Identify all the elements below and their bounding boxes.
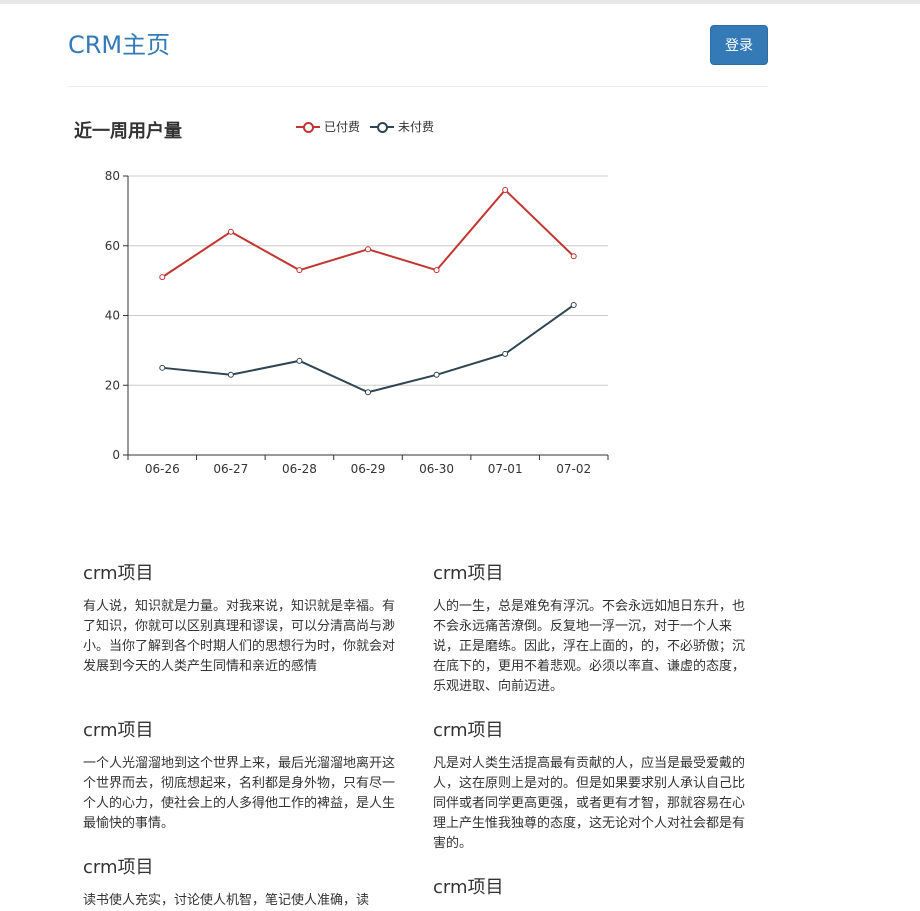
legend-item-unpaid[interactable]: 未付费 [370, 118, 434, 135]
legend-label: 未付费 [398, 120, 435, 134]
legend-item-paid[interactable]: 已付费 [296, 118, 360, 135]
article-body: 凡是对人类生活提高最有贡献的人，应当是最受爱戴的人，这在原则上是对的。但是如果要… [433, 756, 746, 851]
chart-legend: 已付费 未付费 [296, 118, 434, 135]
legend-marker-icon [370, 120, 395, 134]
data-point [570, 302, 577, 309]
data-point [365, 389, 371, 396]
x-tick-label: 06-29 [351, 462, 386, 476]
data-point [570, 253, 577, 260]
x-tick-label: 06-30 [419, 462, 454, 476]
data-point [227, 228, 234, 235]
article-card: crm项目 一个人光溜溜地到这个世界上来，最后光溜溜地离开这个世界而去，彻底想起… [83, 720, 395, 834]
article-card: crm项目 有人说，知识就是力量。对我来说，知识就是幸福。有了知识，你就可以区别… [83, 563, 395, 677]
page-header: CRM主页 登录 [68, 0, 768, 87]
data-point [502, 186, 509, 193]
article-card: crm项目 [433, 877, 745, 911]
y-tick-label: 40 [105, 309, 120, 323]
data-point [365, 246, 371, 253]
brand-title[interactable]: CRM主页 [68, 30, 170, 60]
x-tick-label: 06-28 [282, 462, 317, 476]
article-card: crm项目 人的一生，总是难免有浮沉。不会永远如旭日东升，也不会永远痛苦潦倒。反… [433, 563, 745, 697]
x-tick-label: 07-02 [556, 462, 591, 476]
legend-label: 已付费 [324, 120, 361, 134]
article-title: crm项目 [433, 720, 504, 741]
y-tick-label: 80 [105, 169, 120, 183]
data-point [296, 267, 303, 274]
article-card: crm项目 凡是对人类生活提高最有贡献的人，应当是最受爱戴的人，这在原则上是对的… [433, 720, 745, 854]
x-tick-label: 06-27 [213, 462, 248, 476]
article-title: crm项目 [433, 877, 504, 898]
series-line [162, 304, 575, 394]
article-card: crm项目 读书使人充实，讨论使人机智，笔记使人准确，读 [83, 857, 395, 911]
article-title: crm项目 [83, 857, 154, 878]
data-point [433, 371, 440, 378]
data-point [502, 350, 509, 357]
y-tick-label: 60 [105, 239, 120, 253]
article-body: 有人说，知识就是力量。对我来说，知识就是幸福。有了知识，你就可以区别真理和谬误，… [83, 599, 396, 674]
y-tick-label: 20 [105, 378, 120, 392]
article-title: crm项目 [83, 563, 154, 584]
x-tick-label: 07-01 [488, 462, 523, 476]
data-point [159, 364, 166, 371]
data-point [433, 267, 440, 274]
line-chart: 0 20 40 60 80 06-26 06-27 06-28 06-29 06-30 07-01 0… [105, 169, 609, 476]
article-title: crm项目 [83, 720, 154, 741]
article-title: crm项目 [433, 563, 504, 584]
data-point [296, 357, 303, 364]
user-chart: 0 20 40 60 80 06-26 06-27 06-28 06-29 06-30 07-01 0… [68, 105, 668, 485]
data-point [159, 274, 166, 281]
article-body: 读书使人充实，讨论使人机智，笔记使人准确，读 [83, 893, 370, 908]
x-tick-label: 06-26 [145, 462, 180, 476]
article-body: 一个人光溜溜地到这个世界上来，最后光溜溜地离开这个世界而去，彻底想起来，名利都是… [83, 756, 396, 831]
legend-marker-icon [296, 120, 320, 134]
login-button[interactable]: 登录 [710, 25, 768, 65]
article-body: 人的一生，总是难免有浮沉。不会永远如旭日东升，也不会永远痛苦潦倒。反复地一浮一沉… [433, 599, 746, 694]
series-line [161, 188, 575, 278]
chart-title: 近一周用户量 [74, 121, 182, 142]
data-point [227, 371, 234, 378]
y-tick-label: 0 [112, 448, 120, 462]
